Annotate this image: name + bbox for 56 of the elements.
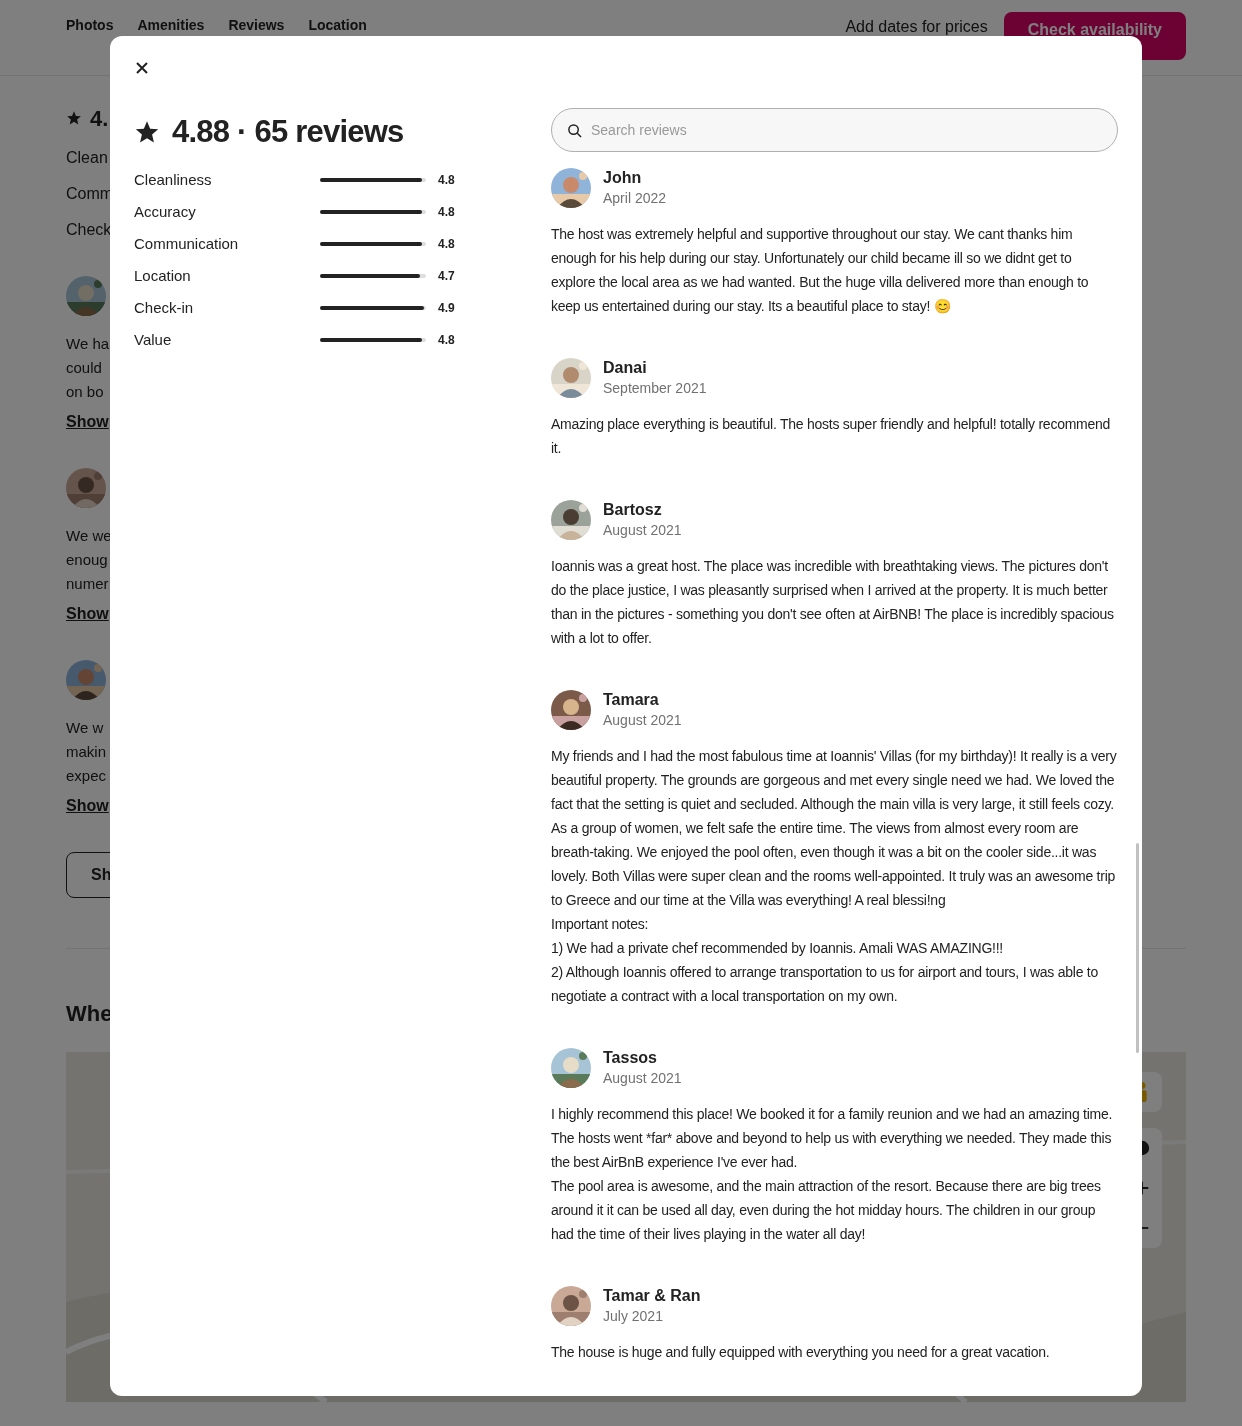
reviewer-name: Danai xyxy=(603,358,648,378)
rating-label: Location xyxy=(134,265,192,286)
rating-label: Communication xyxy=(134,233,240,254)
rating-value: 4.8 xyxy=(438,172,455,189)
review-text: We w xyxy=(66,718,104,738)
scrollbar[interactable] xyxy=(1136,843,1139,1053)
rating-heading: 4. xyxy=(90,104,109,133)
review-text: numer xyxy=(66,574,109,594)
review-text: could xyxy=(66,358,102,378)
rating-label: Accuracy xyxy=(134,201,197,222)
rating-value: 4.8 xyxy=(438,204,455,221)
show-more-link[interactable]: Show xyxy=(66,410,109,434)
review-text: Ioannis was a great host. The place was incredible with breathtaking views. The pictures don't do the place justice, I was pleasantly surprised when I arrived at the property. It is much better than in the pictures - something you don't see often at AirBNB! The place is incredibly spacious with a lot to offer. xyxy=(551,557,1115,648)
reviewer-name: Bartosz xyxy=(603,500,663,520)
section-heading: Whe xyxy=(66,1000,113,1028)
rating-label: Check-in xyxy=(134,297,195,318)
show-more-link[interactable]: Show xyxy=(66,794,109,818)
review-text: Important notes: xyxy=(551,915,650,934)
category-label: Check xyxy=(66,220,112,240)
review-text: Amazing place everything is beautiful. The hosts super friendly and helpful! totally recommend it. xyxy=(551,415,1112,458)
review-text: 1) We had a private chef recommended by Ioannis. Amali WAS AMAZING!!! xyxy=(551,939,1004,958)
rating-value: 4.7 xyxy=(438,268,455,285)
review-text: enoug xyxy=(66,550,108,570)
star-icon xyxy=(134,119,160,145)
review-text: 2) Although Ioannis offered to arrange transportation to us for airport and tours, I was able to negotiate a contract with a local transportation on my own. xyxy=(551,963,1099,1006)
rating-value: 4.9 xyxy=(438,300,455,317)
search-icon xyxy=(567,123,582,138)
review-text: expec xyxy=(66,766,107,786)
review-date: September 2021 xyxy=(603,379,707,398)
category-label: Clean xyxy=(66,148,108,168)
star-icon xyxy=(66,110,82,126)
nav-tab[interactable]: Reviews xyxy=(228,16,285,34)
rating-value: 4.8 xyxy=(438,236,455,253)
review-text: The host was extremely helpful and supportive throughout our stay. We cant thanks him enough for his help during our stay. Unfortunately our child became ill so we didnt get to explore the local area as we had wanted. But the huge villa delivered more than enough to keep us entertained during our stay. Its a beautiful place to stay! 😊 xyxy=(551,225,1090,316)
review-text: on bo xyxy=(66,382,104,402)
review-text: makin xyxy=(66,742,106,762)
rating-label: Value xyxy=(134,329,173,350)
close-button[interactable] xyxy=(134,60,150,76)
review-date: April 2022 xyxy=(603,189,667,208)
nav-tab[interactable]: Location xyxy=(308,16,367,34)
nav-tab[interactable]: Photos xyxy=(66,16,114,34)
review-text: We ha xyxy=(66,334,110,354)
close-icon xyxy=(134,60,150,76)
rating-label: Cleanliness xyxy=(134,169,213,190)
search-field[interactable]: Search reviews xyxy=(551,108,1118,152)
review-text: We we xyxy=(66,526,112,546)
review-text: My friends and I had the most fabulous time at Ioannis' Villas (for my birthday)! It really is a very beautiful property. The grounds are gorgeous and met every single need we had. We loved the fact that the setting is quiet and secluded. Although the main villa is very large, it still feels cozy. As a group of women, we felt safe the entire time. The views from almost every room are breath-taking. We enjoyed the pool often, even though it was a bit on the cooler side...it was lovely. Both Villas were super clean and the rooms well-appointed. It truly was an awesome trip to Greece and our time at the Villa was everything! A real blessi!ng xyxy=(551,747,1118,910)
review-date: August 2021 xyxy=(603,711,682,730)
rating-value: 4.8 xyxy=(438,332,455,349)
reviews-title: 4.88 · 65 reviews xyxy=(172,112,404,151)
reviewer-name: John xyxy=(603,168,643,188)
nav-tab[interactable]: Amenities xyxy=(137,16,205,34)
review-date: August 2021 xyxy=(603,521,682,540)
price-hint: Add dates for prices xyxy=(845,17,988,37)
reviewer-name: Tamara xyxy=(603,690,660,710)
show-more-link[interactable]: Show xyxy=(66,602,109,626)
